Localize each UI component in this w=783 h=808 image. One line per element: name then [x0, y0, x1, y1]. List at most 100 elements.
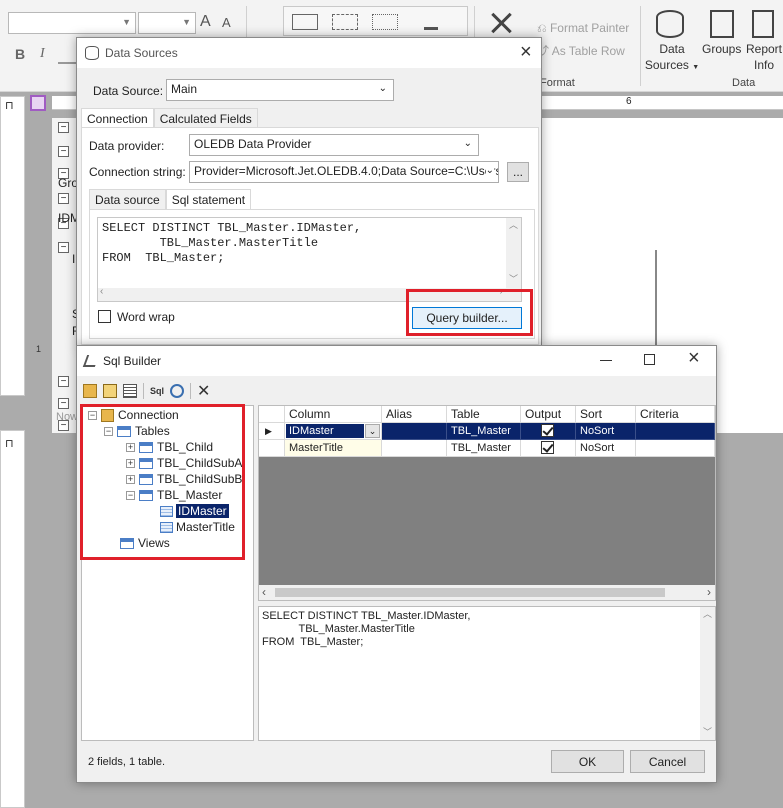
border-styles-gallery[interactable]	[283, 6, 468, 36]
band-label: Gro	[58, 176, 79, 190]
word-wrap-label: Word wrap	[117, 310, 175, 324]
border-dashed-icon	[332, 14, 358, 30]
fields-icon[interactable]	[123, 384, 137, 398]
sql-preview[interactable]: SELECT DISTINCT TBL_Master.IDMaster, TBL…	[258, 606, 716, 741]
chevron-down-icon: ⌄	[485, 165, 494, 176]
border-dotted-icon	[372, 14, 398, 30]
row-indicator[interactable]	[259, 440, 285, 457]
report-info-icon	[752, 10, 774, 38]
output-checkbox[interactable]	[541, 441, 554, 454]
scrollbar-thumb[interactable]	[275, 588, 665, 597]
cell-table[interactable]: TBL_Master	[447, 423, 521, 440]
sql-tabs: Data source Sql statement	[89, 189, 252, 210]
sql-text: SELECT DISTINCT TBL_Master.IDMaster, TBL…	[102, 221, 362, 265]
font-name-combo[interactable]: ▼	[8, 12, 136, 34]
tab-connection[interactable]: Connection	[81, 108, 154, 129]
report-info-button[interactable]: Report Info	[744, 41, 783, 73]
cell-table[interactable]: TBL_Master	[447, 440, 521, 457]
format-painter-button[interactable]: ⎌ Format Painter	[537, 20, 629, 36]
groups-button[interactable]: Groups	[702, 41, 741, 57]
horizontal-scrollbar[interactable]: ‹ ›	[259, 585, 715, 600]
data-group-label: Data	[732, 77, 756, 89]
font-size-combo[interactable]: ▼	[138, 12, 196, 34]
cell-output[interactable]	[521, 440, 576, 457]
connection-string-input[interactable]: Provider=Microsoft.Jet.OLEDB.4.0;Data So…	[189, 161, 499, 183]
cancel-button[interactable]: Cancel	[630, 750, 705, 773]
clear-format-icon[interactable]	[488, 10, 514, 36]
tab-calculated-fields[interactable]: Calculated Fields	[153, 108, 258, 129]
database-icon	[85, 46, 99, 60]
connection-string-label: Connection string:	[89, 165, 186, 179]
delete-icon[interactable]: ✕	[197, 381, 210, 401]
page-margin-line	[540, 118, 783, 238]
grid-header-alias[interactable]: Alias	[382, 406, 447, 423]
grid-header-criteria[interactable]: Criteria	[636, 406, 715, 423]
word-wrap-checkbox[interactable]	[98, 310, 111, 323]
cell-sort[interactable]: NoSort	[576, 423, 636, 440]
pin-icon[interactable]: ⊓	[5, 99, 14, 112]
left-panel: ⊓	[0, 96, 25, 396]
browse-button[interactable]: ...	[507, 162, 529, 182]
cell-sort[interactable]: NoSort	[576, 440, 636, 457]
cell-criteria[interactable]	[636, 423, 715, 440]
ok-button[interactable]: OK	[551, 750, 624, 773]
pin-icon[interactable]: ⊓	[5, 437, 14, 450]
add-table-icon[interactable]	[83, 384, 97, 398]
maximize-icon[interactable]	[644, 354, 655, 365]
groups-icon	[710, 10, 734, 38]
toolbar-separator	[143, 383, 144, 399]
as-table-row-button[interactable]: ⤴ As Table Row	[537, 43, 625, 59]
preview-icon[interactable]	[170, 384, 185, 398]
sql-builder-toolbar: Sql ✕	[83, 380, 233, 402]
grid-header-sort[interactable]: Sort	[576, 406, 636, 423]
ribbon-divider	[640, 6, 641, 86]
sql-icon[interactable]: Sql	[150, 386, 164, 396]
shrink-font-icon[interactable]: A	[222, 15, 231, 30]
chevron-down-icon[interactable]: ⌄	[365, 424, 380, 438]
left-panel-lower: ⊓	[0, 430, 25, 808]
open-icon[interactable]	[103, 384, 117, 398]
chevron-up-icon: ︿	[509, 220, 519, 230]
chevron-right-icon[interactable]: ›	[707, 585, 711, 599]
data-source-label: Data Source:	[93, 84, 164, 98]
chevron-down-icon: ▼	[182, 17, 191, 27]
data-sources-titlebar: Data Sources	[77, 38, 541, 68]
pencil-icon	[424, 12, 438, 30]
row-indicator[interactable]: ▶	[259, 423, 285, 440]
chevron-down-icon: ⌄	[463, 138, 472, 149]
close-icon[interactable]: ×	[688, 347, 700, 370]
sql-builder-titlebar: Sql Builder	[77, 346, 716, 376]
table-row[interactable]: IDMaster ⌄	[285, 423, 382, 440]
brush-icon: ⎌	[537, 21, 550, 35]
tab-data-source[interactable]: Data source	[89, 189, 166, 210]
chevron-down-icon: ▼	[122, 17, 131, 27]
cell-alias[interactable]	[382, 423, 447, 440]
tab-sql-statement[interactable]: Sql statement	[165, 189, 252, 210]
cell-alias[interactable]	[382, 440, 447, 457]
cell-output[interactable]	[521, 423, 576, 440]
data-sources-button[interactable]: Data Sources ▼	[644, 41, 700, 76]
grid-header-output[interactable]: Output	[521, 406, 576, 423]
scrollbar[interactable]: ︿ ﹀	[506, 218, 521, 288]
grid-header-column[interactable]: Column	[285, 406, 382, 423]
grow-font-icon[interactable]: A	[200, 13, 211, 31]
chevron-left-icon[interactable]: ‹	[262, 585, 266, 599]
toolbar-separator	[190, 383, 192, 399]
close-icon[interactable]: ×	[520, 41, 532, 64]
scrollbar[interactable]: ︿ ﹀	[700, 607, 715, 740]
cell-column[interactable]: IDMaster	[286, 424, 364, 438]
grid-header-table[interactable]: Table	[447, 406, 521, 423]
cell-column[interactable]: MasterTitle	[285, 440, 382, 457]
sql-preview-text: SELECT DISTINCT TBL_Master.IDMaster, TBL…	[262, 610, 471, 648]
data-source-select[interactable]: Main ⌄	[166, 79, 394, 101]
band-gutter: − − − − − − − − −	[52, 118, 77, 433]
row-number: 1	[36, 344, 42, 354]
cell-criteria[interactable]	[636, 440, 715, 457]
report-select-icon[interactable]	[30, 95, 46, 111]
bold-button[interactable]: B	[15, 46, 25, 62]
italic-button[interactable]: I	[40, 46, 45, 62]
data-provider-select[interactable]: OLEDB Data Provider ⌄	[189, 134, 479, 156]
underline-button[interactable]	[58, 44, 76, 64]
minimize-icon[interactable]	[600, 360, 612, 361]
output-checkbox[interactable]	[541, 424, 554, 437]
